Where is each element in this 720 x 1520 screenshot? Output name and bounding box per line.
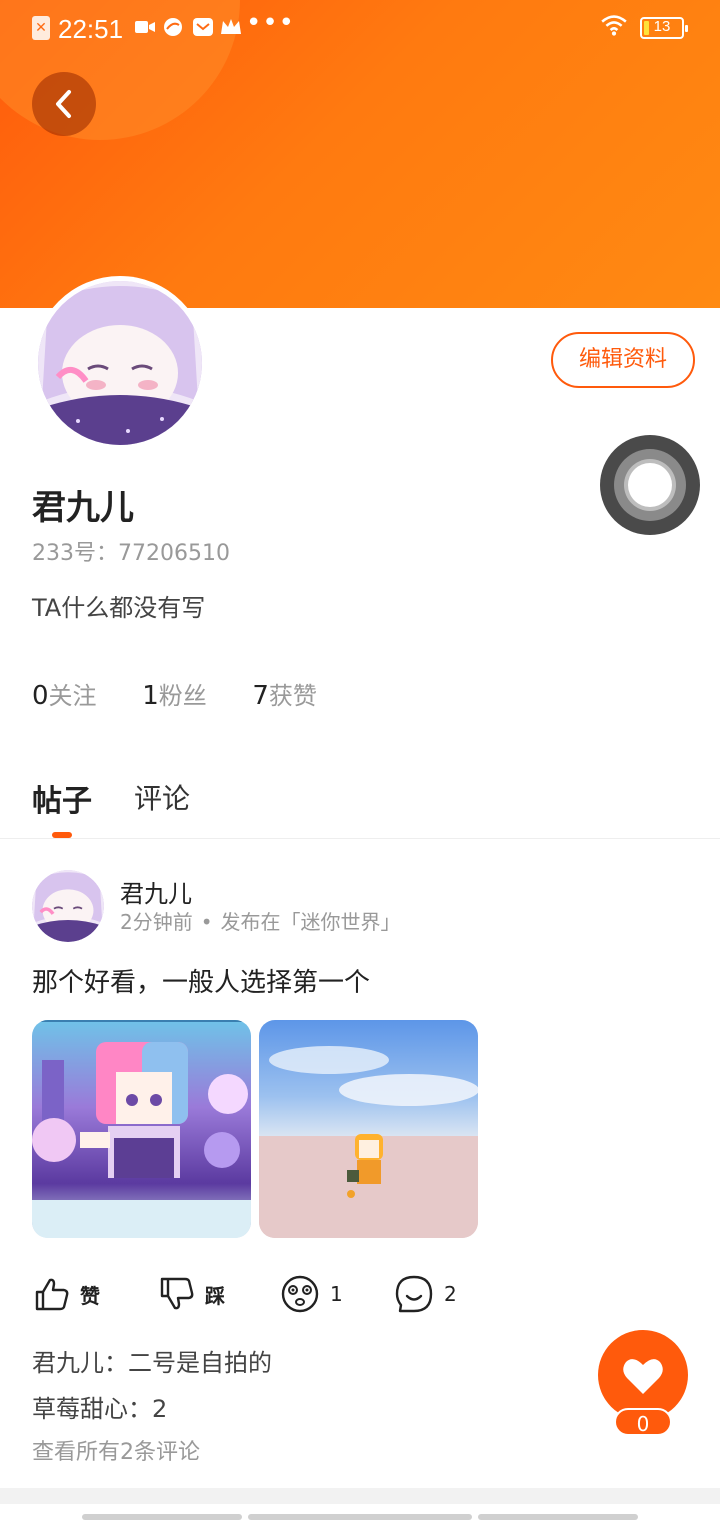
dislike-button[interactable]: 踩 xyxy=(159,1272,225,1316)
profile-username: 君九儿 xyxy=(32,488,134,528)
more-notifications-icon: ••• xyxy=(246,8,296,38)
comment-preview[interactable]: 君九儿：二号是自拍的 xyxy=(32,1343,272,1378)
comment-icon xyxy=(395,1275,433,1313)
reaction-button[interactable]: 1 xyxy=(280,1272,343,1316)
view-all-comments-link[interactable]: 查看所有2条评论 xyxy=(32,1434,200,1466)
post-meta: 2分钟前 • 发布在「迷你世界」 xyxy=(120,906,401,935)
floating-record-button[interactable] xyxy=(600,435,700,535)
profile-stats: 0关注 1粉丝 7获赞 xyxy=(32,676,355,711)
thumb-up-icon xyxy=(35,1278,69,1311)
profile-avatar[interactable] xyxy=(33,276,207,450)
comment-user: 草莓甜心 xyxy=(32,1395,128,1423)
mail-icon xyxy=(193,18,213,36)
dislike-label: 踩 xyxy=(205,1283,225,1308)
dizzy-face-icon xyxy=(281,1275,319,1313)
post-actions: 赞 踩 1 2 xyxy=(32,1272,552,1316)
profile-tabs: 帖子 评论 xyxy=(0,770,720,839)
stat-followers[interactable]: 1粉丝 xyxy=(142,676,207,711)
back-icon xyxy=(56,90,71,118)
app-icon xyxy=(164,18,182,36)
like-fab-button[interactable] xyxy=(598,1330,688,1420)
section-divider xyxy=(0,1488,720,1504)
comment-user: 君九儿 xyxy=(32,1349,104,1377)
post-image-1[interactable] xyxy=(32,1020,251,1238)
comment-count: 2 xyxy=(444,1282,457,1306)
next-card-hint xyxy=(248,1514,472,1520)
edit-profile-button[interactable]: 编辑资料 xyxy=(551,332,695,388)
comment-colon: ： xyxy=(104,1349,128,1377)
battery-level: 13 xyxy=(653,18,671,35)
stat-likes[interactable]: 7获赞 xyxy=(252,676,317,711)
post-author-name[interactable]: 君九儿 xyxy=(120,874,192,909)
avatar-image xyxy=(32,870,104,942)
like-button[interactable]: 赞 xyxy=(34,1272,100,1316)
wifi-icon xyxy=(601,15,627,36)
profile-user-id: 233号：77206510 xyxy=(32,541,230,566)
thumb-down-icon xyxy=(160,1277,194,1310)
stat-likes-label: 获赞 xyxy=(268,682,317,710)
heart-icon xyxy=(623,1359,663,1394)
stat-following-label: 关注 xyxy=(48,682,97,710)
post-meta-separator: • xyxy=(200,910,213,934)
avatar-image xyxy=(38,281,202,445)
like-fab-count: 0 xyxy=(614,1408,672,1436)
post-author-avatar[interactable] xyxy=(32,870,104,942)
stat-likes-count: 7 xyxy=(252,681,269,711)
post-image-2-art xyxy=(259,1046,478,1238)
post-text[interactable]: 那个好看，一般人选择第一个 xyxy=(32,962,370,999)
stat-followers-label: 粉丝 xyxy=(158,682,207,710)
stat-followers-count: 1 xyxy=(142,681,159,711)
next-card-hint xyxy=(82,1514,242,1520)
next-card-hint xyxy=(478,1514,638,1520)
post-location[interactable]: 发布在「迷你世界」 xyxy=(221,910,401,934)
sim-icon: ✕ xyxy=(32,16,50,40)
back-button[interactable] xyxy=(32,72,96,136)
like-label: 赞 xyxy=(80,1283,100,1308)
comment-preview[interactable]: 草莓甜心：2 xyxy=(32,1389,167,1424)
stat-following-count: 0 xyxy=(32,681,49,711)
profile-bio: TA什么都没有写 xyxy=(32,594,206,622)
status-bar: ✕ 22:51 ••• 13 xyxy=(0,0,720,58)
video-icon xyxy=(135,21,155,33)
comment-button[interactable]: 2 xyxy=(394,1272,457,1316)
status-time: 22:51 xyxy=(58,14,124,44)
stat-following[interactable]: 0关注 xyxy=(32,676,97,711)
reaction-count: 1 xyxy=(330,1282,343,1306)
post-image-2[interactable] xyxy=(259,1020,478,1238)
tab-comments[interactable]: 评论 xyxy=(134,777,190,817)
crown-icon xyxy=(221,19,241,34)
post-time: 2分钟前 xyxy=(120,910,193,934)
comment-text: 2 xyxy=(152,1395,168,1423)
tab-indicator xyxy=(52,832,72,838)
comment-text: 二号是自拍的 xyxy=(128,1349,272,1377)
post-image-1-art xyxy=(32,1020,251,1238)
battery-icon: 13 xyxy=(640,17,688,39)
tab-posts[interactable]: 帖子 xyxy=(32,776,92,820)
comment-colon: ： xyxy=(128,1395,152,1423)
